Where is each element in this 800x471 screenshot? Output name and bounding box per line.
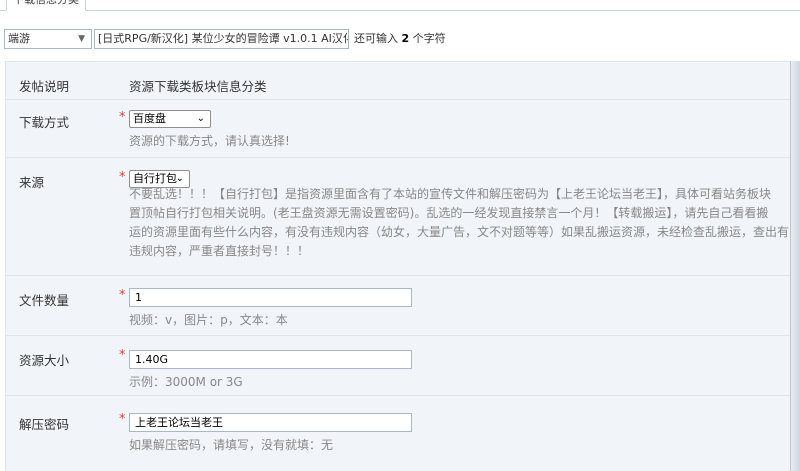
unzip-password-hint: 如果解压密码，请填写，没有就填：无 xyxy=(129,438,334,452)
post-desc-label: 发帖说明 xyxy=(19,79,70,94)
row-source: 来源 * 自行打包 ⌄ 不要乱选！！！【自行打包】是指资源里面含有了本站的宣传文… xyxy=(6,158,791,276)
title-input[interactable]: [日式RPG/新汉化] 某位少女的冒险谭 v1.0.1 AI汉化版+自 xyxy=(94,29,349,49)
tab-bar: 下载信息分类 xyxy=(0,0,800,11)
type-select[interactable]: 端游 ▼ xyxy=(4,29,92,49)
row-download-method: 下载方式 * 百度盘 ⌄ 资源的下载方式，请认真选择! xyxy=(6,100,791,158)
download-method-label: 下载方式 xyxy=(19,115,70,130)
download-method-select[interactable]: 百度盘 ⌄ xyxy=(129,110,211,128)
required-mark: * xyxy=(119,348,126,363)
remaining-count: 2 xyxy=(401,32,410,45)
vertical-scrollbar[interactable] xyxy=(790,61,800,471)
resource-size-input[interactable]: 1.40G xyxy=(129,350,412,369)
remaining-chars: 还可输入 2 个字符 xyxy=(354,32,446,45)
file-count-label: 文件数量 xyxy=(19,293,70,308)
row-post-desc: 发帖说明 资源下载类板块信息分类 xyxy=(6,62,791,100)
source-label: 来源 xyxy=(19,175,45,190)
post-desc-value: 资源下载类板块信息分类 xyxy=(129,79,267,94)
row-resource-size: 资源大小 * 1.40G 示例：3000M or 3G xyxy=(6,336,791,396)
unzip-password-input[interactable]: 上老王论坛当老王 xyxy=(129,413,412,432)
chevron-down-icon: ⌄ xyxy=(196,113,205,124)
row-unzip-password: 解压密码 * 上老王论坛当老王 如果解压密码，请填写，没有就填：无 xyxy=(6,396,791,471)
resource-size-hint: 示例：3000M or 3G xyxy=(129,375,243,389)
file-count-input[interactable]: 1 xyxy=(129,288,412,307)
form-panel: 发帖说明 资源下载类板块信息分类 下载方式 * 百度盘 ⌄ 资源的下载方式，请认… xyxy=(5,61,800,471)
file-count-hint: 视频：v，图片：p，文本：本 xyxy=(129,313,288,327)
required-mark: * xyxy=(119,412,126,427)
required-mark: * xyxy=(119,170,126,185)
resource-size-label: 资源大小 xyxy=(19,353,70,368)
title-row: 端游 ▼ [日式RPG/新汉化] 某位少女的冒险谭 v1.0.1 AI汉化版+自… xyxy=(0,29,800,51)
download-method-hint: 资源的下载方式，请认真选择! xyxy=(129,134,290,148)
unzip-password-label: 解压密码 xyxy=(19,417,70,432)
row-file-count: 文件数量 * 1 视频：v，图片：p，文本：本 xyxy=(6,276,791,336)
chevron-down-icon: ▼ xyxy=(78,34,85,44)
required-mark: * xyxy=(119,288,126,303)
source-hint: 不要乱选！！！【自行打包】是指资源里面含有了本站的宣传文件和解压密码为【上老王论… xyxy=(129,187,790,258)
required-mark: * xyxy=(119,110,126,125)
type-select-value: 端游 xyxy=(8,32,30,45)
tab-download-info[interactable]: 下载信息分类 xyxy=(6,0,86,11)
